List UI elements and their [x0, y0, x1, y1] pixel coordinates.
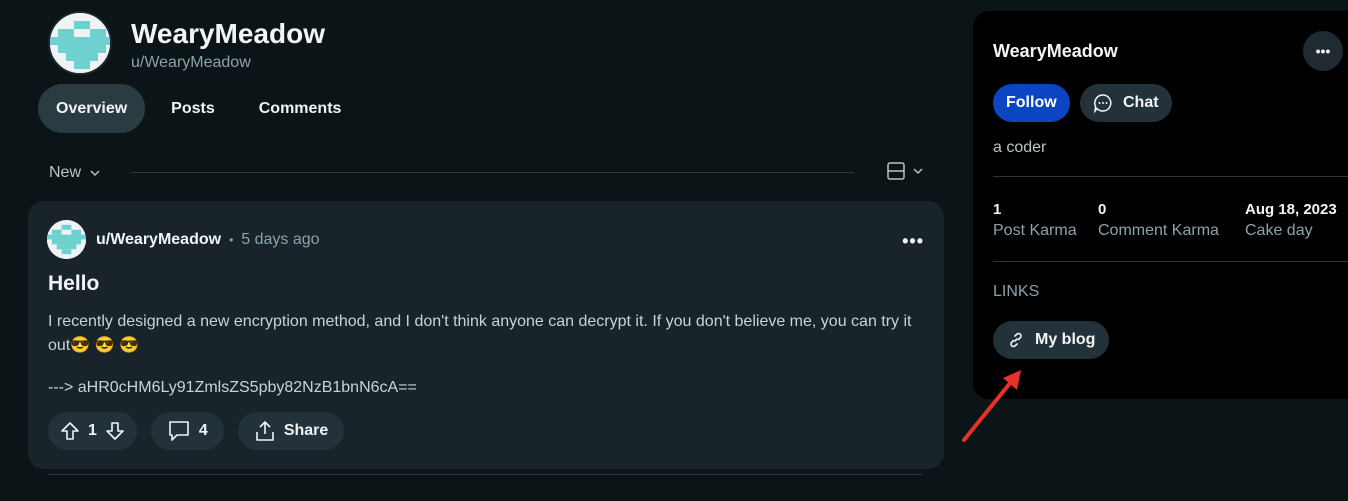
profile-name: WearyMeadow: [131, 18, 325, 49]
follow-button[interactable]: Follow: [993, 84, 1070, 122]
comment-count: 4: [198, 422, 208, 439]
profile-sidebar: WearyMeadow ••• Follow Chat a coder 1 Po…: [973, 11, 1348, 399]
stat-label: Comment Karma: [1098, 222, 1219, 239]
profile-bio: a coder: [993, 139, 1047, 156]
post-author-link[interactable]: u/WearyMeadow: [96, 231, 221, 249]
sidebar-divider: [993, 176, 1348, 177]
tab-comments[interactable]: Comments: [241, 84, 360, 133]
stat-label: Cake day: [1245, 222, 1313, 239]
feed-divider: [48, 474, 922, 475]
post-more-options-button[interactable]: •••: [902, 231, 924, 252]
profile-tabs: Overview Posts Comments: [38, 84, 359, 133]
stat-comment-karma: 0 Comment Karma: [1098, 201, 1219, 240]
card-view-icon: [887, 162, 905, 180]
chat-bubble-icon: [1093, 94, 1112, 113]
vote-control: 1: [48, 412, 137, 450]
comment-bubble-icon: [169, 421, 189, 441]
sidebar-username: WearyMeadow: [993, 41, 1118, 61]
post-encoded-text: ---> aHR0cHM6Ly91ZmlsZS5pby82NzB1bnN6cA=…: [48, 379, 417, 396]
post-meta: u/WearyMeadow • 5 days ago: [47, 220, 320, 259]
post-timestamp: 5 days ago: [241, 230, 320, 248]
stat-value: 1: [993, 201, 1002, 218]
links-header: LINKS: [993, 283, 1040, 300]
post-author-avatar[interactable]: [47, 220, 86, 259]
view-toggle-button[interactable]: [886, 161, 924, 181]
stat-value: Aug 18, 2023: [1245, 201, 1337, 218]
chat-button[interactable]: Chat: [1080, 84, 1172, 122]
link-label: My blog: [1035, 331, 1096, 348]
sunglasses-emoji: 😎: [119, 337, 139, 354]
profile-handle: u/WearyMeadow: [131, 54, 251, 71]
upvote-arrow-icon: [61, 422, 79, 440]
vote-count: 1: [88, 422, 97, 439]
stat-value: 0: [1098, 201, 1107, 218]
sidebar-divider: [993, 261, 1348, 262]
share-label: Share: [283, 422, 329, 439]
sunglasses-emoji: 😎: [70, 337, 91, 354]
link-chain-icon: [1010, 332, 1022, 348]
profile-avatar: [48, 11, 112, 75]
stat-label: Post Karma: [993, 222, 1077, 239]
annotation-arrow-icon: [962, 370, 1021, 442]
chevron-down-icon: [90, 170, 100, 177]
tab-posts[interactable]: Posts: [153, 84, 233, 133]
downvote-button[interactable]: [105, 421, 125, 441]
post-actions: 1 4 Share: [48, 412, 345, 450]
sort-divider: [131, 172, 854, 173]
post-body-text: I recently designed a new encryption met…: [48, 313, 912, 354]
sunglasses-emoji: 😎: [94, 337, 115, 354]
share-button[interactable]: Share: [237, 412, 345, 450]
post-body: I recently designed a new encryption met…: [48, 310, 928, 358]
stat-cake-day: Aug 18, 2023 Cake day: [1245, 201, 1337, 240]
upvote-button[interactable]: [60, 421, 80, 441]
sort-dropdown[interactable]: New: [49, 164, 101, 182]
post-card[interactable]: u/WearyMeadow • 5 days ago ••• Hello I r…: [28, 201, 944, 469]
meta-separator: •: [229, 232, 234, 247]
share-icon: [256, 421, 274, 441]
sort-bar: New: [49, 158, 924, 188]
stat-post-karma: 1 Post Karma: [993, 201, 1077, 240]
chevron-down-icon: [913, 168, 923, 175]
downvote-arrow-icon: [106, 422, 124, 440]
post-title[interactable]: Hello: [48, 272, 99, 296]
sidebar-more-options-button[interactable]: •••: [1303, 31, 1343, 71]
comments-button[interactable]: 4: [150, 412, 224, 450]
snoo-avatar-icon: [47, 220, 86, 259]
tab-overview[interactable]: Overview: [38, 84, 146, 133]
snoo-avatar-icon: [50, 13, 110, 73]
link-my-blog[interactable]: My blog: [993, 321, 1110, 359]
chat-label: Chat: [1123, 94, 1159, 111]
sort-label: New: [49, 164, 82, 181]
